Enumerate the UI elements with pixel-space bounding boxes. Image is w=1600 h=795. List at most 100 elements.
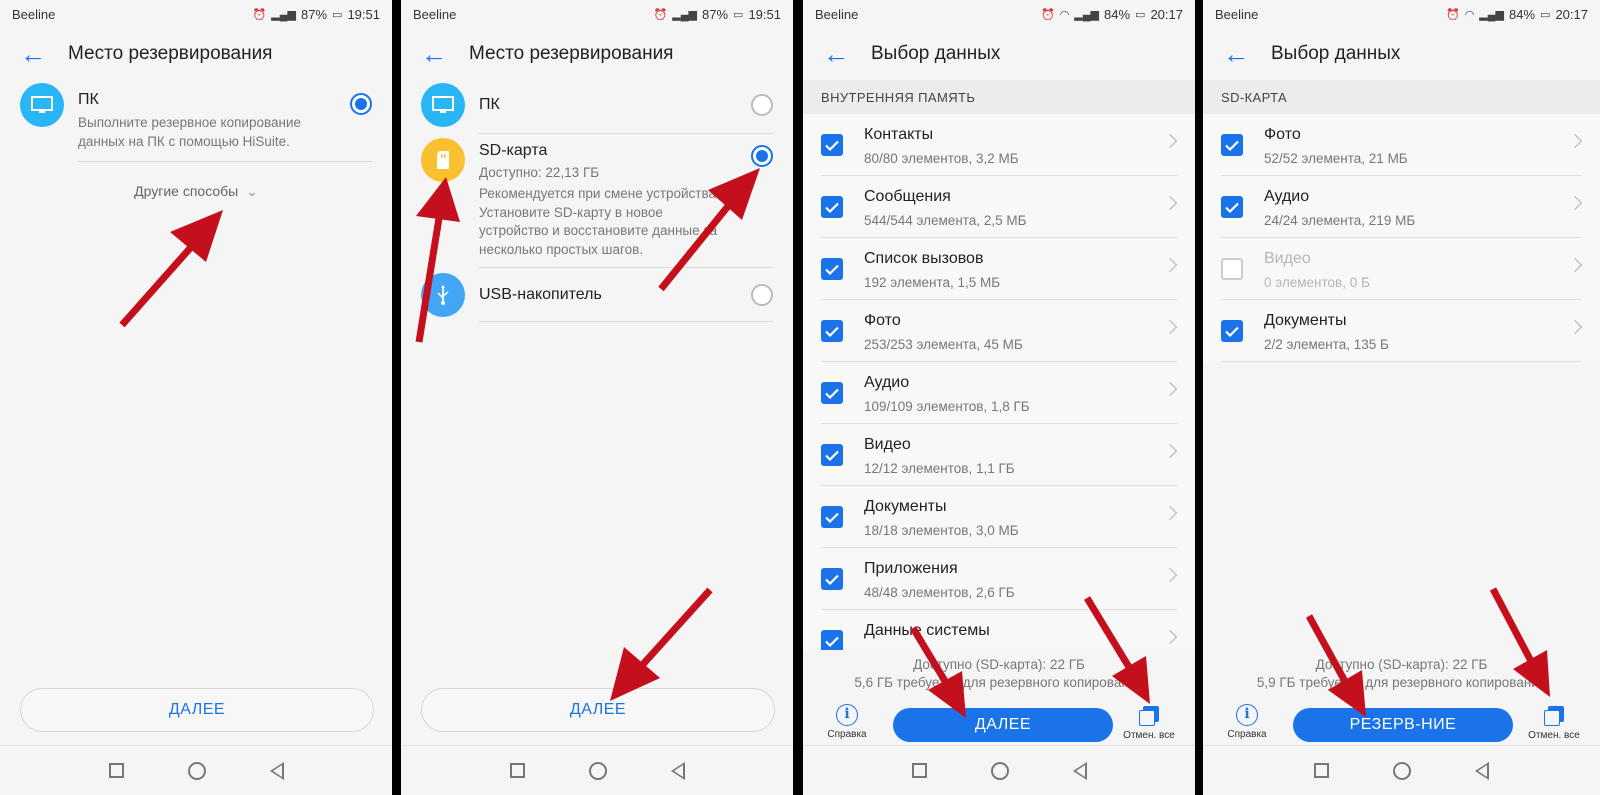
list-item[interactable]: Видео 0 элементов, 0 Б	[1203, 238, 1600, 300]
recents-icon[interactable]	[1314, 763, 1329, 778]
list-item[interactable]: Видео 12/12 элементов, 1,1 ГБ	[803, 424, 1195, 486]
recents-icon[interactable]	[509, 763, 525, 778]
home-icon[interactable]	[187, 761, 206, 780]
back-triangle-icon[interactable]	[670, 761, 685, 780]
item-name: Аудио	[1264, 188, 1310, 205]
usb-radio[interactable]	[751, 284, 773, 306]
checkbox[interactable]	[1221, 134, 1243, 156]
item-name: Сообщения	[864, 188, 951, 205]
back-arrow-icon[interactable]: ←	[1223, 41, 1265, 67]
checkbox[interactable]	[821, 320, 843, 342]
help-button[interactable]: i Справка	[1221, 704, 1273, 740]
list-item[interactable]: Приложения 48/48 элементов, 2,6 ГБ	[803, 548, 1195, 610]
item-name: Контакты	[864, 126, 934, 143]
status-bar: Beeline ⏰ ▂▄▆ 87% ▭ 19:51	[0, 0, 392, 28]
battery-icon: ▭	[733, 8, 744, 21]
deselect-all-button[interactable]: Отмен. все	[1119, 704, 1179, 741]
time-label: 20:17	[1150, 6, 1183, 22]
item-details: 52/52 элемента, 21 МБ	[1264, 151, 1408, 166]
item-name: Документы	[864, 498, 947, 515]
option-usb[interactable]: USB-накопитель	[421, 273, 773, 319]
section-header: ВНУТРЕННЯЯ ПАМЯТЬ	[803, 80, 1195, 114]
backup-button[interactable]: РЕЗЕРВ-НИЕ	[1293, 708, 1513, 742]
storage-info: Доступно (SD-карта): 22 ГБ 5,9 ГБ требуе…	[1203, 656, 1600, 692]
pc-radio[interactable]	[751, 94, 773, 116]
chevron-right-icon	[1162, 381, 1178, 397]
item-details: 192 элемента, 1,5 МБ	[864, 275, 1001, 290]
pc-radio[interactable]	[350, 93, 372, 115]
chevron-right-icon	[1162, 629, 1178, 645]
deselect-all-label: Отмен. все	[1123, 730, 1175, 741]
option-pc[interactable]: ПК Выполните резервное копирование данны…	[20, 83, 372, 163]
checkbox[interactable]	[821, 568, 843, 590]
divider	[479, 321, 773, 322]
next-button[interactable]: ДАЛЕЕ	[421, 688, 775, 732]
recents-icon[interactable]	[108, 763, 124, 778]
checkbox[interactable]	[821, 382, 843, 404]
list-item[interactable]: Документы 2/2 элемента, 135 Б	[1203, 300, 1600, 362]
home-icon[interactable]	[588, 761, 607, 780]
other-methods-label: Другие способы	[134, 183, 239, 199]
item-details: 253/253 элемента, 45 МБ	[864, 337, 1023, 352]
back-arrow-icon[interactable]: ←	[823, 41, 865, 67]
next-button[interactable]: ДАЛЕЕ	[893, 708, 1113, 742]
other-methods-link[interactable]: Другие способы ⌄	[0, 183, 392, 200]
deselect-all-label: Отмен. все	[1528, 730, 1580, 741]
alarm-icon: ⏰	[252, 8, 267, 21]
home-icon[interactable]	[990, 761, 1009, 780]
checkbox[interactable]	[1221, 196, 1243, 218]
list-item[interactable]: Сообщения 544/544 элемента, 2,5 МБ	[803, 176, 1195, 238]
list-item[interactable]: Аудио 24/24 элемента, 219 МБ	[1203, 176, 1600, 238]
wifi-icon: ◠	[1059, 8, 1070, 21]
checkbox[interactable]	[821, 196, 843, 218]
data-type-list: Контакты 80/80 элементов, 3,2 МБ Сообщения…	[803, 114, 1195, 650]
checkbox[interactable]	[821, 134, 843, 156]
battery-icon: ▭	[332, 8, 343, 21]
deselect-all-button[interactable]: Отмен. все	[1524, 704, 1584, 741]
next-button[interactable]: ДАЛЕЕ	[20, 688, 374, 732]
chevron-right-icon	[1567, 195, 1583, 211]
checkbox[interactable]	[1221, 320, 1243, 342]
list-item[interactable]: Список вызовов 192 элемента, 1,5 МБ	[803, 238, 1195, 300]
back-arrow-icon[interactable]: ←	[20, 41, 62, 67]
page-title: Выбор данных	[871, 43, 1001, 64]
list-item[interactable]: Фото 253/253 элемента, 45 МБ	[803, 300, 1195, 362]
checkbox[interactable]	[821, 506, 843, 528]
alarm-icon: ⏰	[653, 8, 668, 21]
action-bar: i Справка РЕЗЕРВ-НИЕ Отмен. все	[1203, 700, 1600, 750]
back-triangle-icon[interactable]	[1072, 761, 1087, 780]
required-space-label: 5,6 ГБ требуется для резервного копирова…	[854, 675, 1144, 690]
carrier-label: Beeline	[1215, 6, 1259, 22]
list-item[interactable]: Фото 52/52 элемента, 21 МБ	[1203, 114, 1600, 176]
back-triangle-icon[interactable]	[1475, 761, 1489, 780]
recents-icon[interactable]	[911, 763, 927, 778]
sd-radio[interactable]	[751, 145, 773, 167]
checkbox[interactable]	[821, 258, 843, 280]
option-sd-card[interactable]: SD-карта Доступно: 22,13 ГБ Рекомендуетс…	[421, 138, 773, 258]
screen-backup-location-pc: Beeline ⏰ ▂▄▆ 87% ▭ 19:51 ← Место резерв…	[0, 0, 392, 795]
info-icon: i	[836, 704, 858, 726]
list-item[interactable]: Данные системы	[803, 610, 1195, 650]
checkbox[interactable]	[821, 444, 843, 466]
item-name: Фото	[1264, 126, 1301, 143]
chevron-right-icon	[1162, 257, 1178, 273]
option-pc[interactable]: ПК	[421, 83, 773, 129]
carrier-label: Beeline	[815, 6, 859, 22]
page-title: Выбор данных	[1271, 43, 1401, 64]
item-details: 12/12 элементов, 1,1 ГБ	[864, 461, 1015, 476]
list-item[interactable]: Контакты 80/80 элементов, 3,2 МБ	[803, 114, 1195, 176]
back-triangle-icon[interactable]	[269, 761, 284, 780]
system-nav-bar	[401, 745, 793, 795]
status-bar: Beeline ⏰ ◠ ▂▄▆ 84% ▭ 20:17	[1203, 0, 1600, 28]
screen-data-selection-sd: Beeline ⏰ ◠ ▂▄▆ 84% ▭ 20:17 ← Выбор данн…	[1203, 0, 1600, 795]
battery-label: 84%	[1104, 6, 1131, 22]
item-name: Документы	[1264, 312, 1347, 329]
help-button[interactable]: i Справка	[821, 704, 873, 740]
checkbox[interactable]	[1221, 258, 1243, 280]
checkbox[interactable]	[821, 630, 843, 650]
list-item[interactable]: Аудио 109/109 элементов, 1,8 ГБ	[803, 362, 1195, 424]
back-arrow-icon[interactable]: ←	[421, 41, 463, 67]
battery-icon: ▭	[1135, 8, 1146, 21]
home-icon[interactable]	[1393, 761, 1411, 780]
list-item[interactable]: Документы 18/18 элементов, 3,0 МБ	[803, 486, 1195, 548]
